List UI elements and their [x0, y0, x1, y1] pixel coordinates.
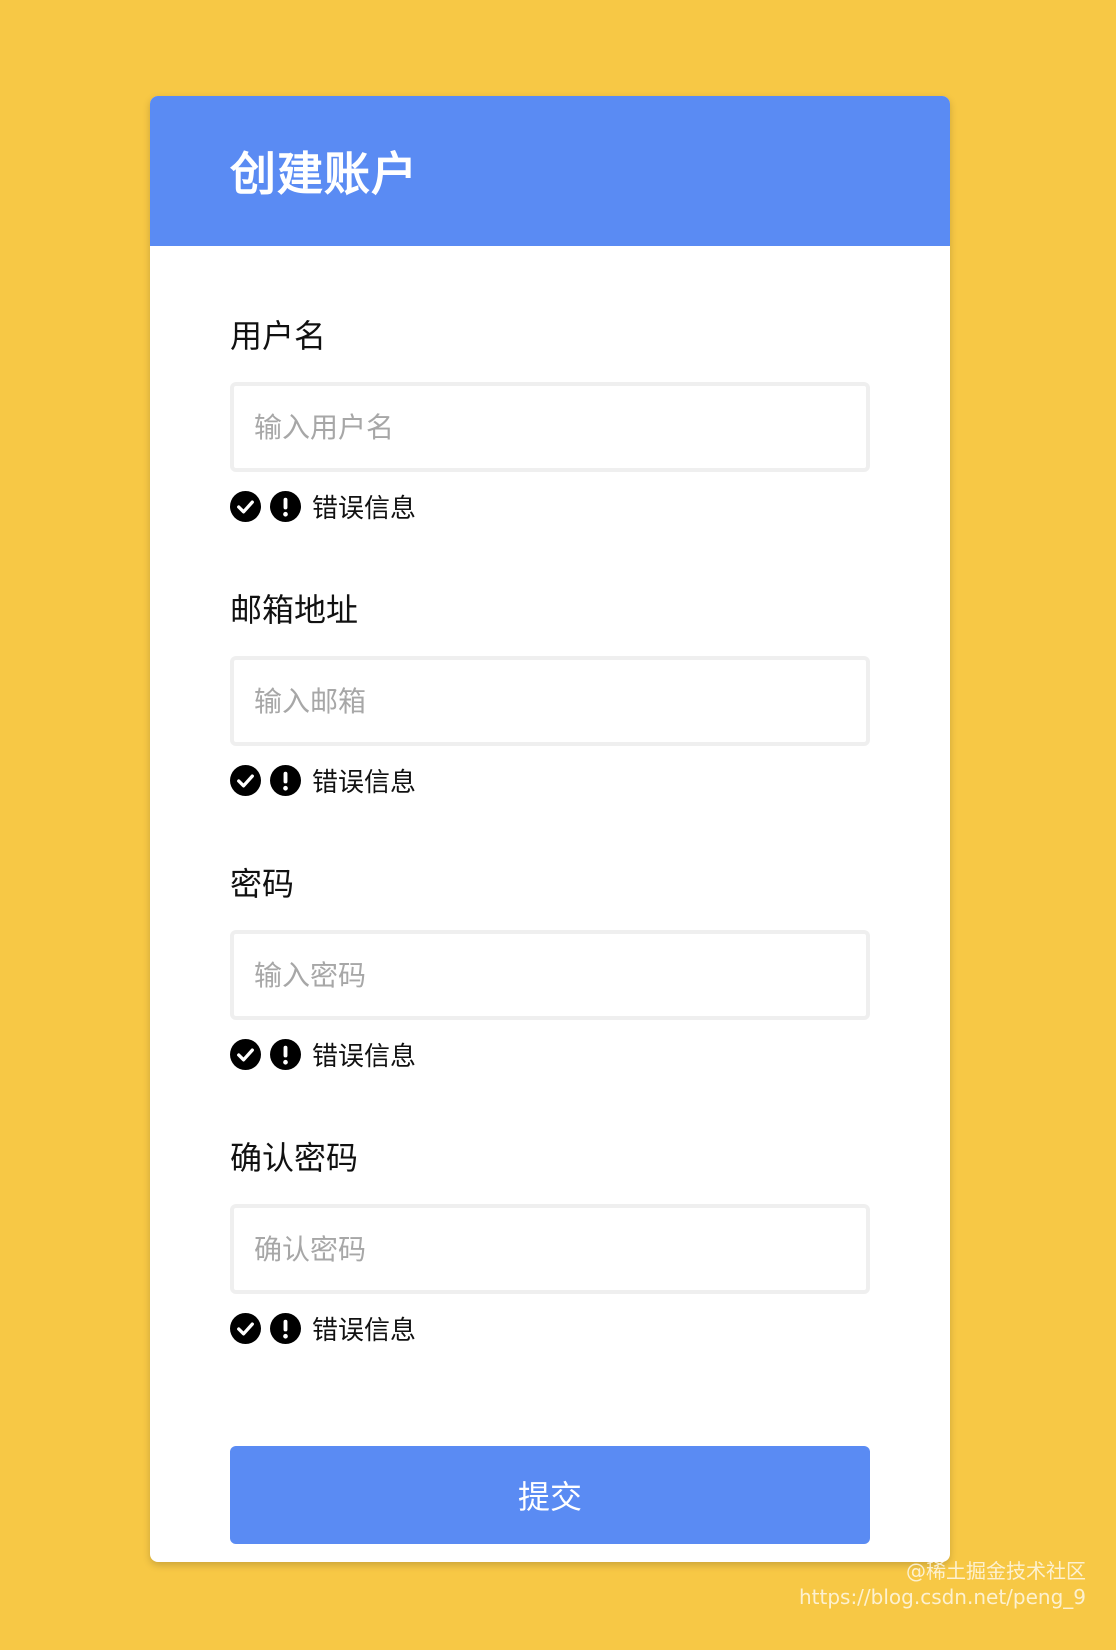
signup-form: 用户名 错误信息 邮箱地址 错误: [150, 246, 950, 1544]
username-error-message: 错误信息: [312, 493, 417, 524]
confirm-password-status: 错误信息: [230, 1308, 870, 1348]
username-field-group: 用户名 错误信息: [230, 312, 870, 580]
check-circle-icon: [230, 1038, 261, 1070]
confirm-password-field-group: 确认密码 错误信息: [230, 1134, 870, 1402]
password-status: 错误信息: [230, 1034, 870, 1074]
password-label: 密码: [230, 865, 295, 903]
watermark-line-1: @稀土掘金技术社区: [906, 1559, 1086, 1583]
exclamation-circle-icon: [270, 1038, 301, 1070]
email-label: 邮箱地址: [230, 591, 359, 629]
exclamation-circle-icon: [270, 764, 301, 796]
password-field-group: 密码 错误信息: [230, 860, 870, 1128]
confirm-password-label: 确认密码: [230, 1139, 359, 1177]
email-error-message: 错误信息: [312, 767, 417, 798]
username-status: 错误信息: [230, 486, 870, 526]
password-error-message: 错误信息: [312, 1041, 417, 1072]
signup-card: 创建账户 用户名 错误信息 邮箱地址: [150, 96, 950, 1562]
email-field-group: 邮箱地址 错误信息: [230, 586, 870, 854]
exclamation-circle-icon: [270, 1312, 301, 1344]
check-circle-icon: [230, 490, 261, 522]
page-title: 创建账户: [230, 147, 418, 201]
card-header: 创建账户: [150, 96, 950, 246]
email-input[interactable]: [230, 656, 870, 746]
username-input[interactable]: [230, 382, 870, 472]
exclamation-circle-icon: [270, 490, 301, 522]
watermark: @稀土掘金技术社区 https://blog.csdn.net/peng_9: [799, 1558, 1086, 1610]
password-input[interactable]: [230, 930, 870, 1020]
confirm-password-error-message: 错误信息: [312, 1315, 417, 1346]
username-label: 用户名: [230, 317, 327, 355]
check-circle-icon: [230, 764, 261, 796]
confirm-password-input[interactable]: [230, 1204, 870, 1294]
check-circle-icon: [230, 1312, 261, 1344]
submit-button[interactable]: 提交: [230, 1446, 870, 1544]
email-status: 错误信息: [230, 760, 870, 800]
watermark-line-2: https://blog.csdn.net/peng_9: [798, 1585, 1086, 1609]
